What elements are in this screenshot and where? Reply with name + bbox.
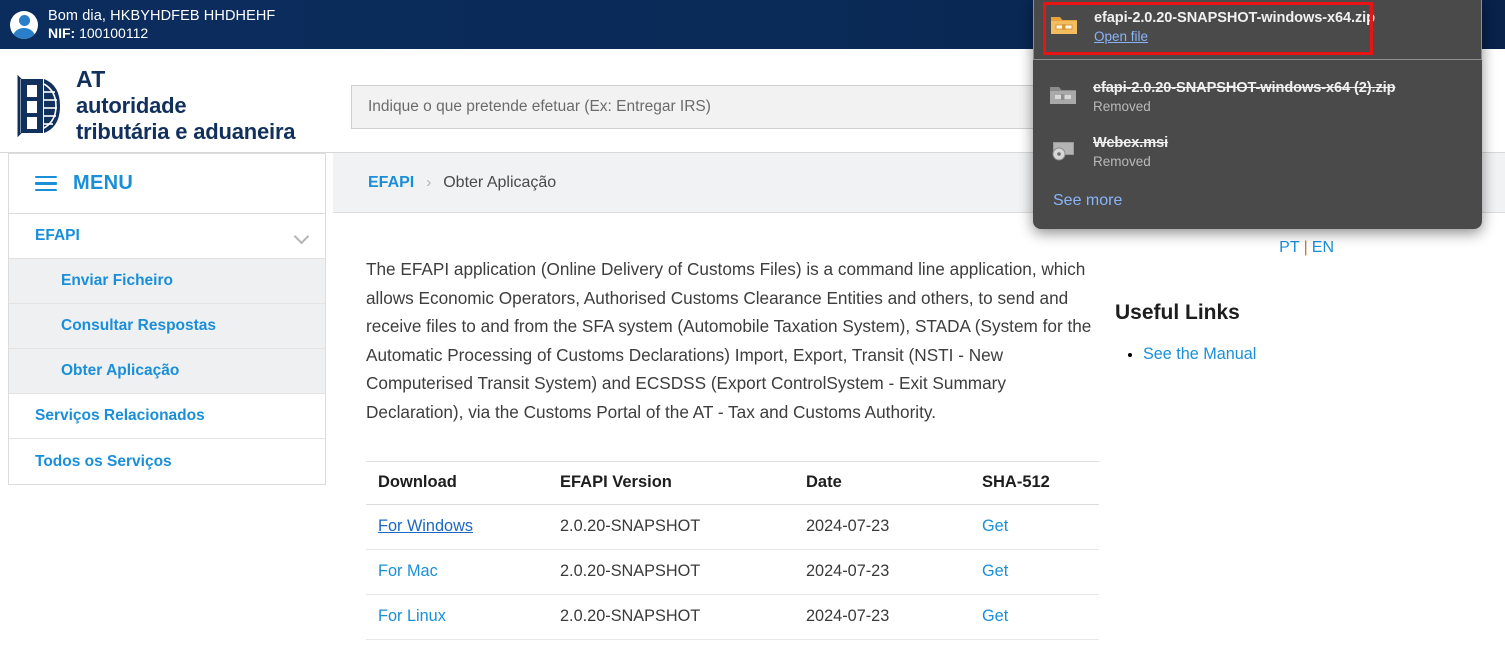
useful-links-title: Useful Links — [1115, 301, 1240, 324]
nif-value: 100100112 — [79, 24, 149, 41]
sidebar-item-todos-os-servicos[interactable]: Todos os Serviços — [9, 439, 325, 484]
hamburger-icon — [35, 175, 57, 192]
sidebar-item-servicos-relacionados[interactable]: Serviços Relacionados — [9, 394, 325, 439]
breadcrumb-separator-icon: › — [426, 174, 432, 191]
menu-toggle[interactable]: MENU — [8, 153, 326, 213]
column-header-sha512: SHA-512 — [970, 461, 1099, 506]
column-header-version: EFAPI Version — [548, 461, 794, 506]
list-item: See the Manual — [1143, 345, 1493, 364]
search-container — [351, 85, 1127, 129]
page-root: Bom dia, HKBYHDFEB HHDHEHF NIF: 10010011… — [0, 0, 1505, 646]
nif-label: NIF: — [48, 24, 76, 41]
menu-label: MENU — [73, 172, 134, 194]
download-link-mac[interactable]: For Mac — [378, 562, 438, 580]
see-more-link[interactable]: See more — [1033, 180, 1482, 210]
cell-sha: Get — [970, 504, 1099, 551]
download-popup: efapi-2.0.20-SNAPSHOT-windows-x64.zip Op… — [1033, 0, 1482, 229]
sidebar-item-label: Consultar Respostas — [61, 317, 217, 334]
download-history-list: efapi-2.0.20-SNAPSHOT-windows-x64 (2).zi… — [1033, 60, 1482, 210]
aside-column: PT|EN Useful Links See the Manual — [1093, 213, 1493, 640]
chevron-down-icon — [293, 228, 310, 245]
open-file-link[interactable]: Open file — [1094, 29, 1375, 44]
column-header-download: Download — [366, 461, 548, 506]
sidebar-item-label: Todos os Serviços — [35, 452, 172, 470]
sidebar: MENU EFAPI Enviar Ficheiro Consultar Res… — [8, 153, 326, 485]
content-columns: The EFAPI application (Online Delivery o… — [333, 213, 1505, 641]
table-row: For Windows 2.0.20-SNAPSHOT 2024-07-23 G… — [366, 504, 1099, 551]
download-status: Removed — [1093, 99, 1151, 114]
sha-get-link[interactable]: Get — [982, 607, 1008, 625]
at-logo[interactable]: AT autoridade tributária e aduaneira — [8, 66, 296, 145]
download-item-latest[interactable]: efapi-2.0.20-SNAPSHOT-windows-x64.zip Op… — [1033, 0, 1482, 60]
downloads-table: Download EFAPI Version Date SHA-512 For … — [366, 461, 1099, 641]
language-switcher: PT | EN — [1115, 239, 1493, 257]
at-logo-text: AT autoridade tributária e aduaneira — [76, 66, 296, 145]
table-header-row: Download EFAPI Version Date SHA-512 — [366, 461, 1099, 506]
cell-download: For Mac — [366, 549, 548, 596]
cell-date: 2024-07-23 — [794, 504, 970, 551]
main-column: The EFAPI application (Online Delivery o… — [333, 213, 1099, 641]
download-file-name: efapi-2.0.20-SNAPSHOT-windows-x64 (2).zi… — [1093, 80, 1396, 96]
see-the-manual-link[interactable]: See the Manual — [1143, 345, 1256, 363]
download-file-name: Webex.msi — [1093, 135, 1169, 151]
logo-line-2: autoridade — [76, 93, 187, 119]
download-link-linux[interactable]: For Linux — [378, 607, 446, 625]
download-item-removed-zip[interactable]: efapi-2.0.20-SNAPSHOT-windows-x64 (2).zi… — [1033, 70, 1482, 125]
nif-line: NIF: 100100112 — [48, 25, 275, 43]
sidebar-item-enviar-ficheiro[interactable]: Enviar Ficheiro — [9, 259, 325, 304]
cell-date: 2024-07-23 — [794, 594, 970, 641]
zip-folder-icon — [1050, 10, 1090, 42]
download-item-removed-msi[interactable]: Webex.msi Removed — [1033, 125, 1482, 180]
download-file-name: efapi-2.0.20-SNAPSHOT-windows-x64.zip — [1094, 10, 1375, 26]
table-row: For Linux 2.0.20-SNAPSHOT 2024-07-23 Get — [366, 594, 1099, 641]
lang-separator: | — [1303, 239, 1308, 256]
sha-get-link[interactable]: Get — [982, 517, 1008, 535]
cell-version: 2.0.20-SNAPSHOT — [548, 594, 794, 641]
sidebar-item-label: EFAPI — [35, 227, 80, 244]
sidebar-menu-list: EFAPI Enviar Ficheiro Consultar Resposta… — [8, 213, 326, 485]
logo-line-3: tributária e aduaneira — [76, 119, 296, 145]
installer-disc-icon — [1049, 135, 1089, 167]
cell-version: 2.0.20-SNAPSHOT — [548, 549, 794, 596]
cell-version: 2.0.20-SNAPSHOT — [548, 504, 794, 551]
user-info: Bom dia, HKBYHDFEB HHDHEHF NIF: 10010011… — [48, 7, 275, 43]
sidebar-item-consultar-respostas[interactable]: Consultar Respostas — [9, 304, 325, 349]
download-status: Removed — [1093, 154, 1151, 169]
lang-en-link[interactable]: EN — [1312, 239, 1334, 256]
lang-pt-link[interactable]: PT — [1279, 239, 1299, 256]
cell-download: For Linux — [366, 594, 548, 641]
at-shield-icon — [17, 74, 60, 137]
download-link-windows[interactable]: For Windows — [378, 517, 473, 535]
sha-get-link[interactable]: Get — [982, 562, 1008, 580]
column-header-date: Date — [794, 461, 970, 506]
greeting-text: Bom dia, HKBYHDFEB HHDHEHF — [48, 7, 276, 24]
logo-line-1: AT — [76, 66, 106, 92]
cell-date: 2024-07-23 — [794, 549, 970, 596]
cell-sha: Get — [970, 594, 1099, 641]
sidebar-item-efapi[interactable]: EFAPI — [9, 214, 325, 259]
sidebar-item-label: Enviar Ficheiro — [61, 272, 173, 289]
intro-paragraph: The EFAPI application (Online Delivery o… — [366, 259, 1092, 422]
sidebar-item-label: Obter Aplicação — [61, 362, 180, 379]
sidebar-item-obter-aplicacao[interactable]: Obter Aplicação — [9, 349, 325, 394]
breadcrumb-current: Obter Aplicação — [443, 173, 557, 191]
search-input[interactable] — [351, 85, 1127, 129]
cell-download: For Windows — [366, 504, 548, 551]
zip-folder-icon-grey — [1049, 80, 1089, 112]
cell-sha: Get — [970, 549, 1099, 596]
user-avatar-icon — [10, 10, 38, 39]
sidebar-item-label: Serviços Relacionados — [35, 407, 205, 424]
useful-links-list: See the Manual — [1115, 345, 1493, 364]
table-row: For Mac 2.0.20-SNAPSHOT 2024-07-23 Get — [366, 549, 1099, 596]
breadcrumb-root-link[interactable]: EFAPI — [368, 174, 414, 192]
